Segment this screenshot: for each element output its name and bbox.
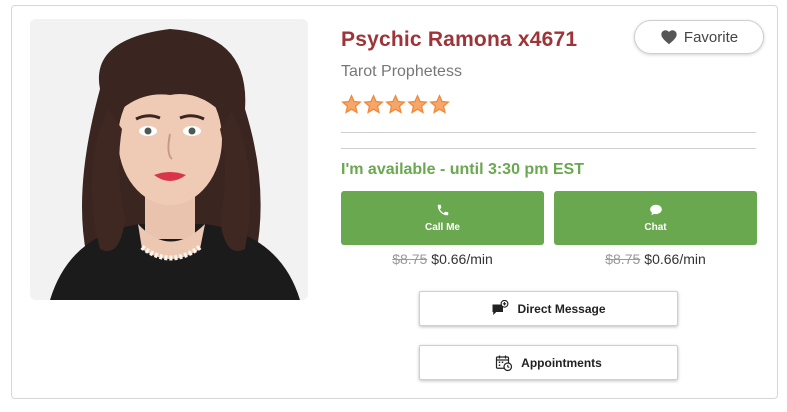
call-me-button[interactable]: Call Me bbox=[341, 191, 544, 245]
chat-bubble-icon bbox=[649, 204, 662, 216]
appointments-button[interactable]: Appointments bbox=[419, 345, 678, 380]
phone-icon bbox=[437, 204, 448, 216]
message-plus-icon bbox=[492, 299, 509, 315]
call-me-label: Call Me bbox=[424, 222, 460, 233]
star-icon bbox=[385, 94, 406, 114]
call-current-price: $0.66/min bbox=[431, 251, 493, 267]
star-icon bbox=[407, 94, 428, 114]
psychic-title: Tarot Prophetess bbox=[341, 63, 462, 80]
star-icon bbox=[429, 94, 450, 114]
favorite-label: Favorite bbox=[683, 28, 739, 46]
chat-button[interactable]: Chat bbox=[554, 191, 757, 245]
star-icon bbox=[341, 94, 362, 114]
favorite-button[interactable]: Favorite bbox=[634, 20, 764, 54]
availability-status: I'm available - until 3:30 pm EST bbox=[341, 161, 584, 178]
calendar-clock-icon bbox=[496, 355, 513, 371]
chat-current-price: $0.66/min bbox=[644, 251, 706, 267]
direct-message-label: Direct Message bbox=[517, 301, 606, 316]
call-old-price: $8.75 bbox=[392, 251, 428, 267]
psychic-name: Psychic Ramona x4671 bbox=[341, 28, 578, 51]
call-price: $8.75 $0.66/min bbox=[341, 251, 544, 267]
divider bbox=[341, 132, 756, 133]
heart-icon bbox=[661, 30, 677, 45]
direct-message-button[interactable]: Direct Message bbox=[419, 291, 678, 326]
chat-old-price: $8.75 bbox=[605, 251, 641, 267]
star-icon bbox=[363, 94, 384, 114]
rating-stars bbox=[341, 94, 450, 115]
divider bbox=[341, 148, 756, 149]
appointments-label: Appointments bbox=[521, 355, 602, 370]
psychic-photo[interactable] bbox=[30, 19, 308, 300]
chat-price: $8.75 $0.66/min bbox=[554, 251, 757, 267]
chat-label: Chat bbox=[644, 222, 667, 233]
